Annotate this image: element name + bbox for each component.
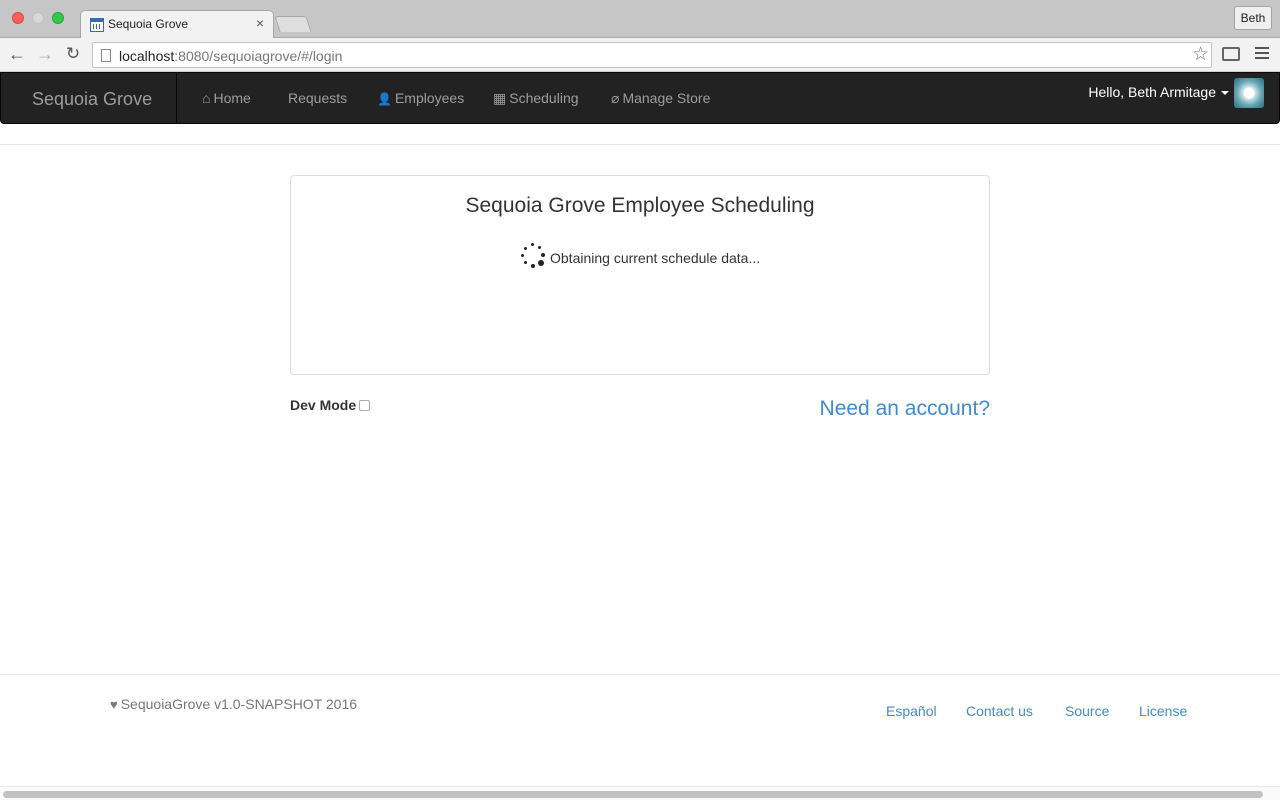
window-close-button[interactable] xyxy=(12,12,24,24)
spinner-icon xyxy=(519,242,547,270)
navbar-divider xyxy=(176,73,177,123)
user-menu-toggle[interactable]: Hello, Beth Armitage xyxy=(1088,84,1229,100)
cast-icon[interactable] xyxy=(1222,47,1240,61)
navbar-brand[interactable]: Sequoia Grove xyxy=(32,89,152,110)
horizontal-scrollbar[interactable] xyxy=(0,786,1280,800)
caret-down-icon xyxy=(1221,91,1229,96)
nav-link-label: Requests xyxy=(288,90,348,106)
calendar-icon: ▦ xyxy=(493,90,507,106)
footer-divider xyxy=(0,674,1280,675)
nav-link-label: Employees xyxy=(394,90,465,106)
dev-mode-label: Dev Mode xyxy=(290,397,357,413)
nav-link-requests[interactable]: Requests xyxy=(288,90,347,106)
bookmark-star-icon[interactable]: ☆ xyxy=(1192,44,1209,66)
back-arrow-icon[interactable]: ← xyxy=(6,43,28,65)
login-panel: Sequoia Grove Employee Scheduling Obtain… xyxy=(290,175,990,375)
tab-title: Sequoia Grove xyxy=(108,17,189,31)
footer-link-source[interactable]: Source xyxy=(1065,703,1109,719)
paperclip-icon: ⌀ xyxy=(611,90,620,106)
nav-link-label: Home xyxy=(213,90,251,106)
heart-icon: ♥ xyxy=(110,697,118,712)
window-minimize-button[interactable] xyxy=(32,12,44,24)
nav-link-label: Manage Store xyxy=(622,90,711,106)
page-icon xyxy=(101,49,111,62)
browser-toolbar: ← → ↻ localhost:8080/sequoiagrove/#/logi… xyxy=(0,38,1280,72)
loading-text: Obtaining current schedule data... xyxy=(550,250,761,266)
tab-close-icon[interactable]: × xyxy=(256,15,264,31)
url-text[interactable]: localhost:8080/sequoiagrove/#/login xyxy=(119,48,342,64)
header-divider xyxy=(0,144,1280,145)
need-account-link[interactable]: Need an account? xyxy=(820,397,990,421)
app-navbar: Sequoia Grove ⌂ Home Requests 👤 Employees … xyxy=(0,72,1280,124)
scrollbar-thumb[interactable] xyxy=(3,791,1263,798)
footer-copyright: ♥ SequoiaGrove v1.0-SNAPSHOT 2016 xyxy=(110,696,357,712)
forward-arrow-icon[interactable]: → xyxy=(34,43,56,65)
dev-mode-toggle[interactable]: Dev Mode xyxy=(290,397,371,413)
url-path: :8080/sequoiagrove/#/login xyxy=(174,48,343,64)
browser-menu-icon[interactable] xyxy=(1255,47,1269,61)
page-title: Sequoia Grove Employee Scheduling xyxy=(465,194,815,217)
nav-link-label: Scheduling xyxy=(509,90,579,106)
new-tab-button[interactable] xyxy=(274,16,312,32)
footer-link-contact[interactable]: Contact us xyxy=(966,703,1033,719)
avatar[interactable] xyxy=(1234,78,1264,108)
calendar-favicon-icon xyxy=(90,18,104,32)
browser-tab[interactable]: Sequoia Grove × xyxy=(80,10,274,39)
reload-icon[interactable]: ↻ xyxy=(62,43,84,65)
nav-link-manage-store[interactable]: ⌀ Manage Store xyxy=(611,90,710,107)
dev-mode-checkbox[interactable] xyxy=(359,400,371,411)
user-icon: 👤 xyxy=(377,92,392,106)
footer-link-license[interactable]: License xyxy=(1139,703,1187,719)
home-icon: ⌂ xyxy=(202,90,211,106)
nav-link-employees[interactable]: 👤 Employees xyxy=(377,90,464,106)
nav-link-scheduling[interactable]: ▦ Scheduling xyxy=(493,90,579,107)
copyright-text: SequoiaGrove v1.0-SNAPSHOT 2016 xyxy=(120,696,358,712)
address-bar[interactable]: localhost:8080/sequoiagrove/#/login ☆ xyxy=(92,42,1212,68)
footer-link-espanol[interactable]: Español xyxy=(886,703,937,719)
window-maximize-button[interactable] xyxy=(52,12,64,24)
browser-titlebar: Sequoia Grove × Beth xyxy=(0,0,1280,39)
user-greeting: Hello, Beth Armitage xyxy=(1088,84,1216,100)
url-host: localhost xyxy=(119,48,175,64)
profile-button[interactable]: Beth xyxy=(1234,6,1272,30)
nav-link-home[interactable]: ⌂ Home xyxy=(202,90,251,106)
